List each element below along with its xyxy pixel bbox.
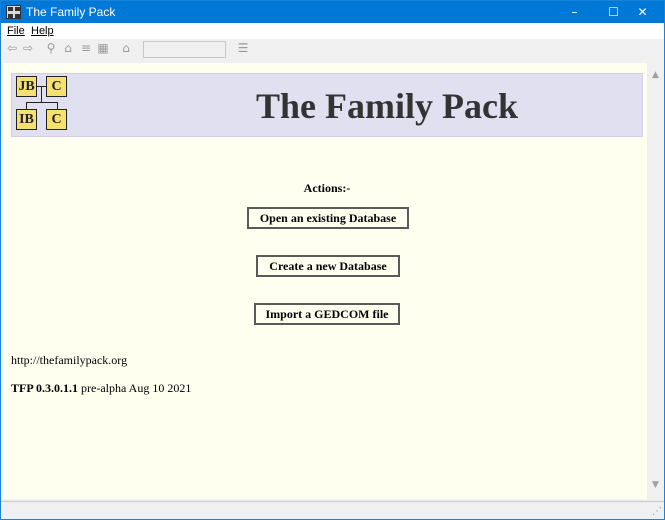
menu-help[interactable]: Help <box>31 24 54 38</box>
content-area: JB C IB C The Family Pack Actions:- Open… <box>3 63 647 499</box>
version-details: pre-alpha Aug 10 2021 <box>78 381 192 395</box>
banner: JB C IB C The Family Pack <box>11 73 643 137</box>
forward-arrow-icon[interactable]: ⇨ <box>20 40 36 56</box>
window-title: The Family Pack <box>26 5 116 19</box>
version-info: TFP 0.3.0.1.1 pre-alpha Aug 10 2021 <box>11 381 191 395</box>
actions-heading: Actions:- <box>303 181 351 195</box>
version-number: TFP 0.3.0.1.1 <box>11 381 79 395</box>
page-title: The Family Pack <box>256 86 518 126</box>
logo-person-box: IB <box>16 109 37 130</box>
menu-bar: File Help <box>1 23 664 39</box>
toolbar: ⇦ ⇨ ⚲ ⌂ ≡ ▦ ⌂ ☰ <box>1 39 664 59</box>
logo-person-box: C <box>46 76 67 97</box>
home-icon[interactable]: ⌂ <box>60 40 76 56</box>
logo-person-box: JB <box>16 76 37 97</box>
film-icon[interactable]: ▦ <box>95 40 111 56</box>
menu-file[interactable]: File <box>7 24 25 38</box>
open-database-button[interactable]: Open an existing Database <box>247 207 409 229</box>
title-bar[interactable]: The Family Pack – ☐ ✕ <box>1 1 664 23</box>
status-bar: ⋰ <box>1 501 664 519</box>
vertical-scrollbar[interactable]: ▲ ▼ <box>647 63 664 499</box>
app-icon <box>6 5 21 19</box>
family-tree-logo: JB C IB C <box>16 76 72 132</box>
resize-grip-icon[interactable]: ⋰ <box>650 506 662 518</box>
scroll-up-icon[interactable]: ▲ <box>647 67 664 84</box>
list-icon[interactable]: ☰ <box>235 40 251 56</box>
logo-person-box: C <box>46 109 67 130</box>
close-button[interactable]: ✕ <box>620 1 664 23</box>
create-database-button[interactable]: Create a new Database <box>256 255 400 277</box>
document-icon[interactable]: ≡ <box>78 40 94 56</box>
main-window: The Family Pack – ☐ ✕ File Help ⇦ ⇨ ⚲ ⌂ … <box>0 0 665 520</box>
house-icon[interactable]: ⌂ <box>118 40 134 56</box>
website-url: http://thefamilypack.org <box>11 353 128 367</box>
search-icon[interactable]: ⚲ <box>43 40 59 56</box>
back-arrow-icon[interactable]: ⇦ <box>4 40 20 56</box>
toolbar-search-input[interactable] <box>143 41 226 58</box>
import-gedcom-button[interactable]: Import a GEDCOM file <box>254 303 400 325</box>
scroll-down-icon[interactable]: ▼ <box>647 477 664 494</box>
